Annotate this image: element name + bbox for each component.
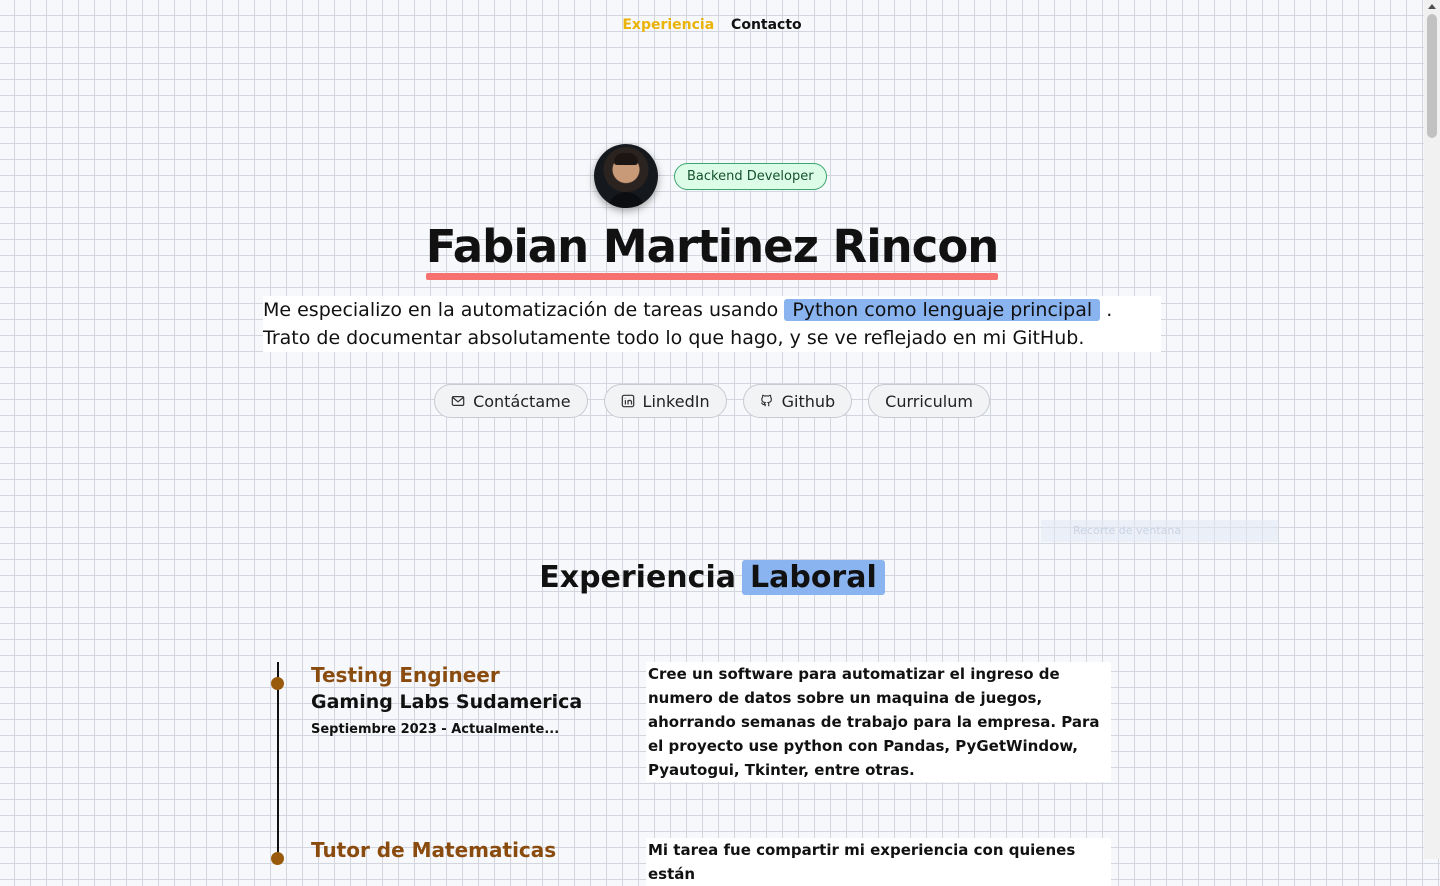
job-role: Testing Engineer (311, 663, 500, 687)
top-nav: Experiencia Contacto (0, 17, 1424, 33)
intro-highlight: Python como lenguaje principal (784, 299, 1101, 321)
job-description: Cree un software para automatizar el ing… (646, 662, 1111, 782)
linkedin-icon (621, 394, 634, 408)
scroll-up-arrow[interactable] (1428, 4, 1436, 9)
contact-button-label: Contáctame (473, 391, 571, 411)
nav-link-experiencia[interactable]: Experiencia (622, 17, 714, 33)
linkedin-button-label: LinkedIn (642, 391, 710, 411)
avatar-shirt (608, 192, 644, 208)
avatar-hair (614, 153, 638, 165)
intro-part-1: Me especializo en la automatización de t… (263, 299, 785, 321)
github-button[interactable]: Github (742, 384, 853, 418)
hero-header: Backend Developer (594, 144, 827, 208)
intro-line-1: Me especializo en la automatización de t… (263, 296, 1161, 324)
timeline-line (277, 662, 279, 862)
avatar (594, 144, 658, 208)
curriculum-button-label: Curriculum (885, 391, 973, 411)
experience-title-highlight: Laboral (741, 560, 885, 595)
curriculum-button[interactable]: Curriculum (868, 384, 990, 418)
job-description: Mi tarea fue compartir mi experiencia co… (646, 838, 1111, 886)
experience-section-title: Experiencia Laboral (0, 560, 1424, 595)
hero-title: Fabian Martinez Rincon (0, 220, 1424, 280)
job-company: Gaming Labs Sudamerica (311, 691, 583, 713)
action-buttons: Contáctame LinkedIn Github Curriculum (0, 384, 1424, 418)
page-title: Fabian Martinez Rincon (425, 220, 999, 280)
timeline-dot (271, 677, 284, 690)
vertical-scrollbar[interactable] (1424, 0, 1440, 859)
contact-button[interactable]: Contáctame (434, 384, 588, 418)
job-role: Tutor de Matematicas (311, 838, 557, 862)
linkedin-button[interactable]: LinkedIn (603, 384, 727, 418)
mail-icon (451, 396, 465, 406)
intro-part-2: . (1100, 299, 1113, 321)
github-icon (760, 394, 772, 407)
intro-line-2: Trato de documentar absolutamente todo l… (263, 327, 1085, 349)
experience-title: Experiencia (539, 560, 736, 595)
intro-text: Me especializo en la automatización de t… (263, 296, 1161, 352)
screen-snip-overlay: Recorte de ventana (1041, 520, 1278, 542)
job-date: Septiembre 2023 - Actualmente... (311, 722, 560, 737)
role-badge: Backend Developer (674, 162, 827, 190)
github-button-label: Github (781, 391, 836, 411)
nav-link-contacto[interactable]: Contacto (731, 17, 802, 33)
scroll-thumb[interactable] (1427, 14, 1437, 138)
